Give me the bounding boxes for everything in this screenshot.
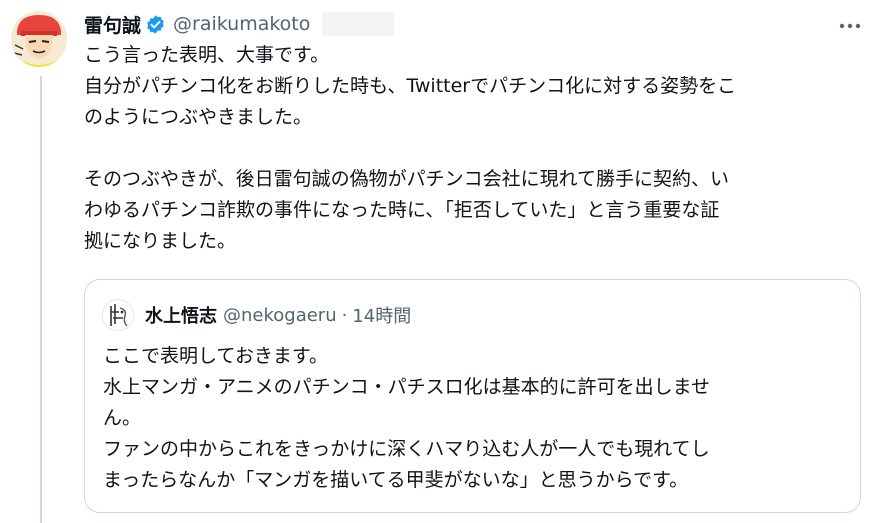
quote-header: 水上悟志 @nekogaeru · 14時間 bbox=[145, 302, 411, 328]
quote-text-line: ファンの中からこれをきっかけに深くハマり込む人が一人でも現れてし bbox=[103, 438, 710, 460]
display-name[interactable]: 雷句誠 bbox=[84, 11, 141, 38]
tweet-header: 雷句誠 @raikumakoto bbox=[84, 10, 395, 38]
quote-timestamp[interactable]: 14時間 bbox=[352, 302, 411, 328]
more-options-icon[interactable] bbox=[832, 14, 868, 38]
tweet-text-line: 自分がパチンコ化をお断りした時も、Twitterでパチンコ化に対する姿勢をこ bbox=[84, 75, 737, 97]
verified-badge-icon bbox=[145, 14, 166, 35]
quote-text: ここで表明しておきます。 水上マンガ・アニメのパチンコ・パチスロ化は基本的に許可… bbox=[103, 341, 848, 496]
quote-text-line: まったらなんか「マンガを描いてる甲斐がないな」と思うからです。 bbox=[103, 469, 689, 491]
tweet-text-line: そのつぶやきが、後日雷句誠の偽物がパチンコ会社に現れて勝手に契約、い bbox=[84, 168, 730, 190]
handle[interactable]: @raikumakoto bbox=[173, 13, 310, 35]
redacted-area bbox=[322, 12, 395, 36]
quote-text-line: ここで表明しておきます。 bbox=[103, 345, 328, 367]
tweet-text-line bbox=[84, 133, 864, 164]
avatar-illustration bbox=[11, 11, 67, 67]
tweet-text-line: わゆるパチンコ詐欺の事件になった時に、「拒否していた」と言う重要な証 bbox=[84, 199, 720, 221]
quote-handle[interactable]: @nekogaeru bbox=[223, 305, 337, 326]
tweet-text: こう言った表明、大事です。 自分がパチンコ化をお断りした時も、Twitterでパ… bbox=[84, 40, 864, 257]
tweet-text-line: のようにつぶやきました。 bbox=[84, 106, 313, 128]
thread-line bbox=[40, 76, 42, 523]
quote-avatar-illustration bbox=[103, 300, 133, 330]
tweet-text-line: こう言った表明、大事です。 bbox=[84, 44, 330, 66]
quote-display-name[interactable]: 水上悟志 bbox=[145, 302, 217, 328]
tweet[interactable]: 雷句誠 @raikumakoto こう言った表明、大事です。 自分がパチンコ化を… bbox=[0, 0, 887, 523]
separator-dot: · bbox=[341, 304, 348, 326]
tweet-text-line: 拠になりました。 bbox=[84, 230, 237, 252]
quote-text-line: ん。 bbox=[103, 407, 142, 429]
avatar[interactable] bbox=[11, 11, 67, 67]
quote-avatar[interactable] bbox=[102, 299, 134, 331]
quote-text-line: 水上マンガ・アニメのパチンコ・パチスロ化は基本的に許可を出しませ bbox=[103, 376, 711, 398]
quoted-tweet[interactable]: 水上悟志 @nekogaeru · 14時間 ここで表明しておきます。 水上マン… bbox=[84, 279, 861, 513]
